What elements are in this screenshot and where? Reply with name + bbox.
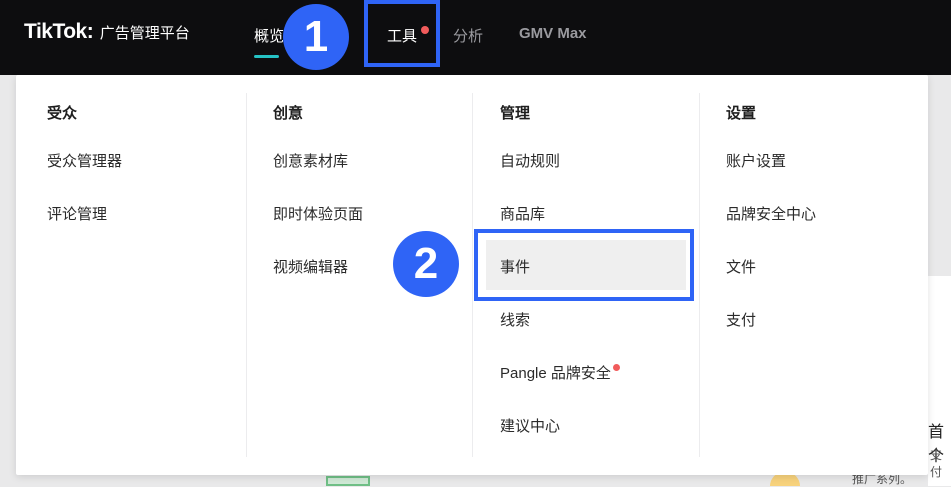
nav-overview[interactable]: 概览 (254, 25, 284, 46)
background-line-fragment: 支付 (930, 448, 943, 479)
menu-item-comment-management[interactable]: 评论管理 (47, 203, 107, 224)
column-divider (699, 93, 700, 457)
logo-wordmark: TikTok (24, 20, 87, 43)
tools-dropdown-menu: 受众 受众管理器 评论管理 创意 创意素材库 即时体验页面 视频编辑器 管理 自… (16, 75, 928, 475)
active-nav-underline (254, 55, 279, 58)
menu-item-pangle-label: Pangle 品牌安全 (500, 365, 611, 382)
menu-item-account-settings[interactable]: 账户设置 (726, 150, 786, 171)
step-marker-1: 1 (283, 4, 349, 70)
menu-item-instant-page[interactable]: 即时体验页面 (273, 203, 363, 224)
column-title-creative: 创意 (273, 105, 304, 122)
column-title-management: 管理 (500, 105, 531, 122)
column-divider (472, 93, 473, 457)
tools-highlight-box (364, 0, 440, 67)
column-title-settings: 设置 (726, 105, 757, 122)
nav-analytics[interactable]: 分析 (453, 25, 483, 46)
events-highlight-box (474, 229, 694, 301)
column-title-audience: 受众 (47, 105, 78, 122)
logo-subtitle: 广告管理平台 (99, 24, 190, 42)
nav-gmv-max[interactable]: GMV Max (519, 25, 587, 42)
menu-item-pangle-brand-safety[interactable]: Pangle 品牌安全 (500, 362, 620, 383)
menu-item-suggestion-center[interactable]: 建议中心 (500, 415, 560, 436)
menu-item-files[interactable]: 文件 (726, 256, 756, 277)
menu-item-brand-safety-center[interactable]: 品牌安全中心 (726, 203, 816, 224)
logo-colon-mark: : (86, 20, 94, 43)
background-illustration (326, 476, 370, 486)
menu-item-automated-rules[interactable]: 自动规则 (500, 150, 560, 171)
menu-item-video-editor[interactable]: 视频编辑器 (273, 256, 348, 277)
step-marker-2: 2 (393, 231, 459, 297)
column-divider (246, 93, 247, 457)
menu-item-leads[interactable]: 线索 (500, 309, 530, 330)
menu-item-audience-manager[interactable]: 受众管理器 (47, 150, 122, 171)
menu-item-payment[interactable]: 支付 (726, 309, 756, 330)
tiktok-logo[interactable]: TikTok : 广告管理平台 (24, 20, 190, 44)
top-navigation-bar: TikTok : 广告管理平台 概览 工具 分析 GMV Max (0, 0, 951, 75)
menu-item-catalog[interactable]: 商品库 (500, 203, 545, 224)
menu-item-creative-library[interactable]: 创意素材库 (273, 150, 348, 171)
pangle-notification-dot (612, 364, 620, 371)
